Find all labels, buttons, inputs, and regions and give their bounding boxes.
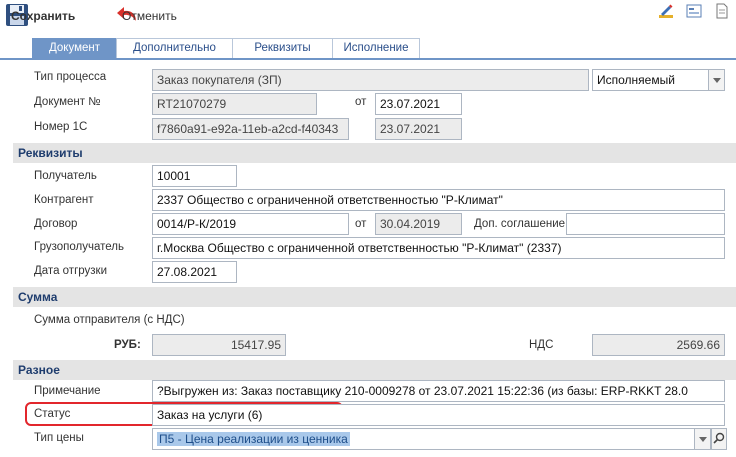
status-label: Статус — [34, 408, 71, 420]
consignee-field[interactable]: г.Москва Общество с ограниченной ответст… — [152, 237, 725, 259]
save-button[interactable]: Сохранить — [5, 3, 75, 28]
note-label: Примечание — [34, 385, 101, 397]
chevron-down-icon — [698, 436, 707, 442]
cancel-button[interactable]: Отменить — [116, 4, 177, 28]
price-type-search-button[interactable] — [711, 428, 727, 450]
process-mode-dropdown-button[interactable] — [709, 69, 725, 91]
toolbar: Сохранить Отменить — [0, 0, 736, 34]
rub-amount-field[interactable]: 15417.95 — [152, 334, 286, 356]
save-button-label: Сохранить — [11, 9, 76, 23]
tab-additional[interactable]: Дополнительно — [116, 38, 233, 58]
doc-date-from-label: от — [355, 96, 367, 108]
process-type-field[interactable]: Заказ покупателя (ЗП) — [152, 69, 589, 91]
cancel-button-label: Отменить — [122, 9, 177, 23]
add-agreement-label: Доп. соглашение — [474, 218, 566, 230]
toolbar-right-icons — [658, 3, 730, 19]
consignee-label: Грузополучатель — [34, 241, 124, 253]
vat-label: НДС — [529, 339, 554, 351]
recipient-label: Получатель — [34, 170, 97, 182]
section-requisites-title: Реквизиты — [13, 143, 736, 163]
note-field[interactable]: ?Выгружен из: Заказ поставщику 210-00092… — [152, 380, 725, 402]
tab-execution[interactable]: Исполнение — [332, 38, 420, 58]
add-agreement-field[interactable] — [566, 213, 725, 235]
document-form: Тип процесса Заказ покупателя (ЗП) Испол… — [13, 60, 736, 457]
number-1c-label: Номер 1С — [34, 121, 88, 133]
tab-bar: Документ Дополнительно Реквизиты Исполне… — [32, 38, 420, 58]
document-icon[interactable] — [714, 3, 730, 19]
chevron-down-icon — [712, 77, 721, 83]
rub-label: РУБ: — [114, 339, 141, 351]
contract-field[interactable]: 0014/Р-К/2019 — [152, 213, 349, 235]
process-mode-select[interactable]: Исполняемый — [592, 69, 709, 91]
recipient-field[interactable]: 10001 — [152, 165, 237, 187]
form-card-icon[interactable] — [686, 3, 702, 19]
doc-no-label: Документ № — [34, 96, 101, 108]
counterparty-label: Контрагент — [34, 194, 94, 206]
section-other-title: Разное — [13, 360, 736, 380]
contract-date-field[interactable]: 30.04.2019 — [375, 213, 462, 235]
status-field[interactable]: Заказ на услуги (6) — [152, 404, 725, 426]
ship-date-field[interactable]: 27.08.2021 — [152, 261, 237, 283]
doc-no-field[interactable]: RT21070279 — [152, 93, 317, 115]
counterparty-field[interactable]: 2337 Общество с ограниченной ответственн… — [152, 189, 725, 211]
price-type-dropdown-button[interactable] — [695, 428, 711, 450]
vat-amount-field[interactable]: 2569.66 — [592, 334, 725, 356]
sender-sum-label: Сумма отправителя (с НДС) — [34, 314, 185, 326]
section-sum-title: Сумма — [13, 287, 736, 307]
contract-label: Договор — [34, 218, 78, 230]
edit-pencil-icon[interactable] — [658, 3, 674, 19]
price-type-label: Тип цены — [34, 432, 84, 444]
ship-date-label: Дата отгрузки — [34, 265, 108, 277]
tab-requisites[interactable]: Реквизиты — [232, 38, 333, 58]
tab-document[interactable]: Документ — [32, 38, 117, 58]
search-icon — [713, 432, 725, 447]
number-1c-field[interactable]: f7860a91-e92a-11eb-a2cd-f40343 — [152, 118, 349, 140]
process-type-label: Тип процесса — [34, 71, 107, 83]
price-type-select[interactable]: П5 - Цена реализации из ценника — [152, 428, 695, 450]
doc-date-field[interactable]: 23.07.2021 — [375, 93, 462, 115]
contract-date-from-label: от — [355, 218, 367, 230]
number-1c-date-field[interactable]: 23.07.2021 — [375, 118, 462, 140]
price-type-selected-text: П5 - Цена реализации из ценника — [157, 432, 350, 446]
